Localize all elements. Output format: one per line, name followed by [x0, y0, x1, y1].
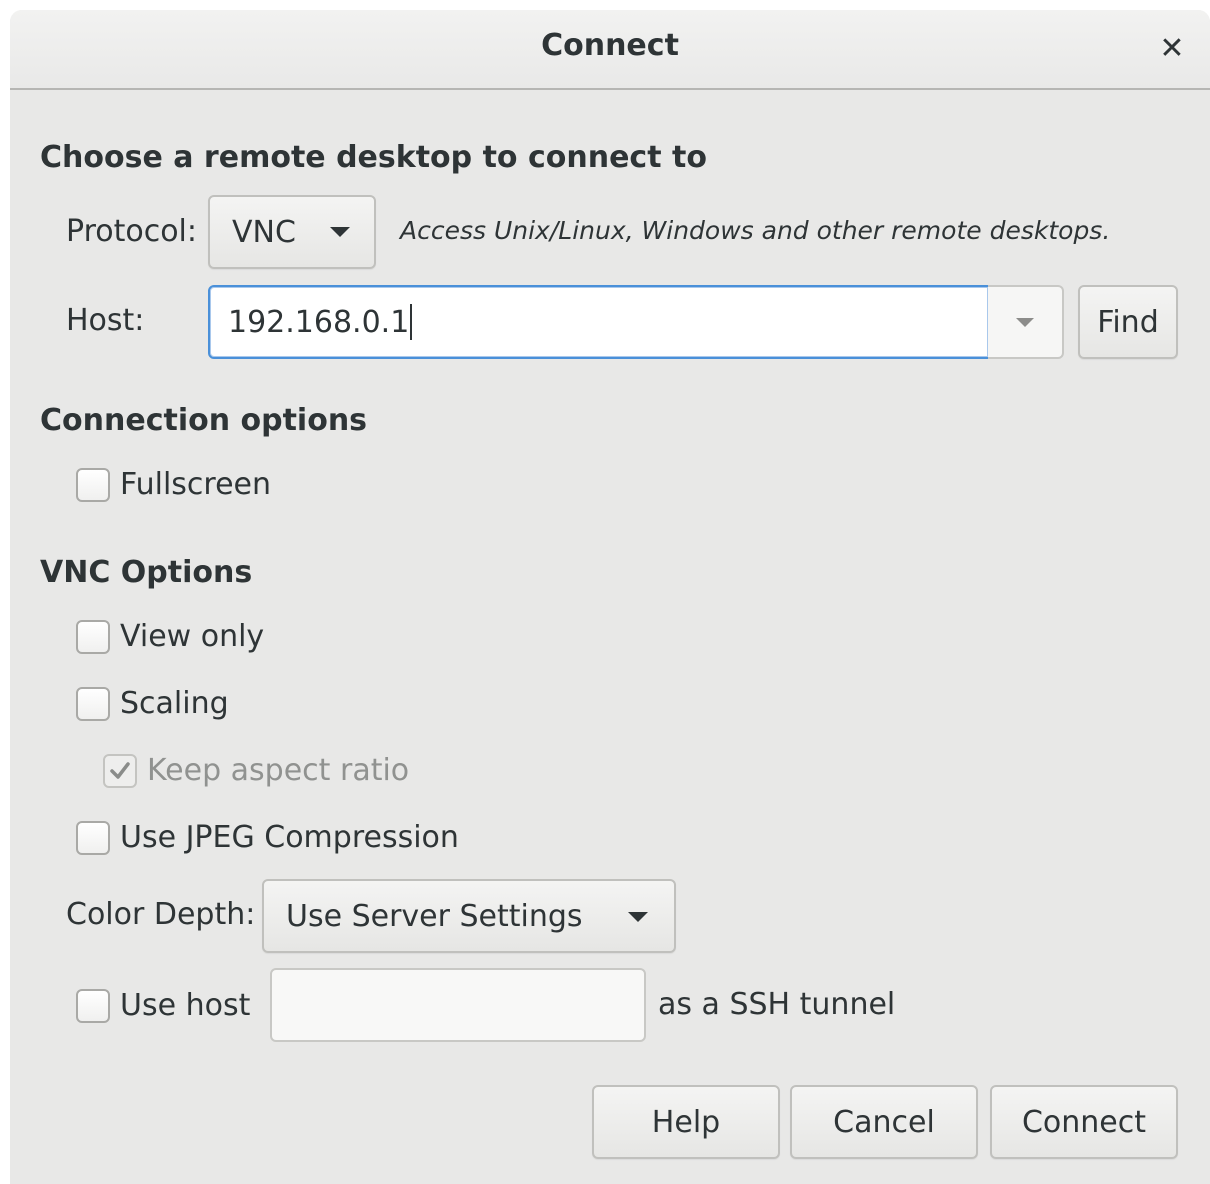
protocol-hint: Access Unix/Linux, Windows and other rem…	[400, 216, 1111, 245]
ssh-tunnel-checkbox[interactable]	[76, 988, 110, 1023]
fullscreen-checkbox[interactable]	[76, 467, 110, 502]
connect-button[interactable]: Connect	[990, 1085, 1178, 1159]
cancel-button-label: Cancel	[833, 1104, 935, 1140]
chevron-down-icon	[329, 227, 350, 237]
jpeg-compression-option[interactable]: Use JPEG Compression	[76, 820, 459, 855]
keep-aspect-ratio-option: Keep aspect ratio	[103, 753, 409, 788]
protocol-value: VNC	[232, 214, 296, 250]
jpeg-compression-label: Use JPEG Compression	[120, 820, 459, 855]
color-depth-label: Color Depth:	[66, 897, 256, 932]
host-history-dropdown[interactable]	[988, 285, 1064, 359]
cancel-button[interactable]: Cancel	[790, 1085, 978, 1159]
connect-dialog: Connect ✕ Choose a remote desktop to con…	[10, 10, 1210, 1184]
vnc-options-heading: VNC Options	[40, 555, 253, 590]
scaling-label: Scaling	[120, 686, 229, 721]
remote-desktop-heading: Choose a remote desktop to connect to	[40, 140, 707, 175]
ssh-tunnel-option[interactable]: Use host	[76, 988, 250, 1023]
color-depth-dropdown[interactable]: Use Server Settings	[262, 879, 676, 953]
find-button[interactable]: Find	[1078, 285, 1178, 359]
host-label: Host:	[66, 303, 145, 338]
connect-button-label: Connect	[1021, 1104, 1147, 1140]
view-only-option[interactable]: View only	[76, 619, 264, 654]
checkmark-icon	[110, 761, 130, 779]
help-button-label: Help	[651, 1104, 721, 1140]
chevron-down-icon	[628, 912, 648, 922]
ssh-tunnel-suffix-label: as a SSH tunnel	[658, 987, 896, 1022]
text-cursor	[410, 304, 413, 340]
scaling-checkbox[interactable]	[76, 686, 110, 721]
fullscreen-label: Fullscreen	[120, 467, 272, 502]
scaling-option[interactable]: Scaling	[76, 686, 229, 721]
protocol-label: Protocol:	[66, 214, 198, 249]
title-bar: Connect ✕	[10, 10, 1210, 90]
close-icon: ✕	[1159, 30, 1185, 66]
dialog-title: Connect	[541, 28, 679, 63]
protocol-dropdown[interactable]: VNC	[208, 195, 376, 269]
find-button-label: Find	[1097, 304, 1159, 340]
ssh-host-input[interactable]	[270, 968, 646, 1042]
view-only-checkbox[interactable]	[76, 619, 110, 654]
connection-options-heading: Connection options	[40, 403, 368, 438]
keep-aspect-ratio-checkbox	[103, 753, 137, 788]
color-depth-value: Use Server Settings	[286, 898, 583, 934]
chevron-down-icon	[1016, 317, 1034, 327]
keep-aspect-ratio-label: Keep aspect ratio	[147, 753, 410, 788]
close-button[interactable]: ✕	[1154, 30, 1190, 66]
host-input[interactable]: 192.168.0.1	[208, 285, 990, 359]
fullscreen-option[interactable]: Fullscreen	[76, 467, 271, 502]
ssh-use-host-label: Use host	[120, 988, 251, 1023]
jpeg-compression-checkbox[interactable]	[76, 820, 110, 855]
view-only-label: View only	[120, 619, 265, 654]
host-input-value: 192.168.0.1	[228, 304, 410, 340]
help-button[interactable]: Help	[592, 1085, 780, 1159]
